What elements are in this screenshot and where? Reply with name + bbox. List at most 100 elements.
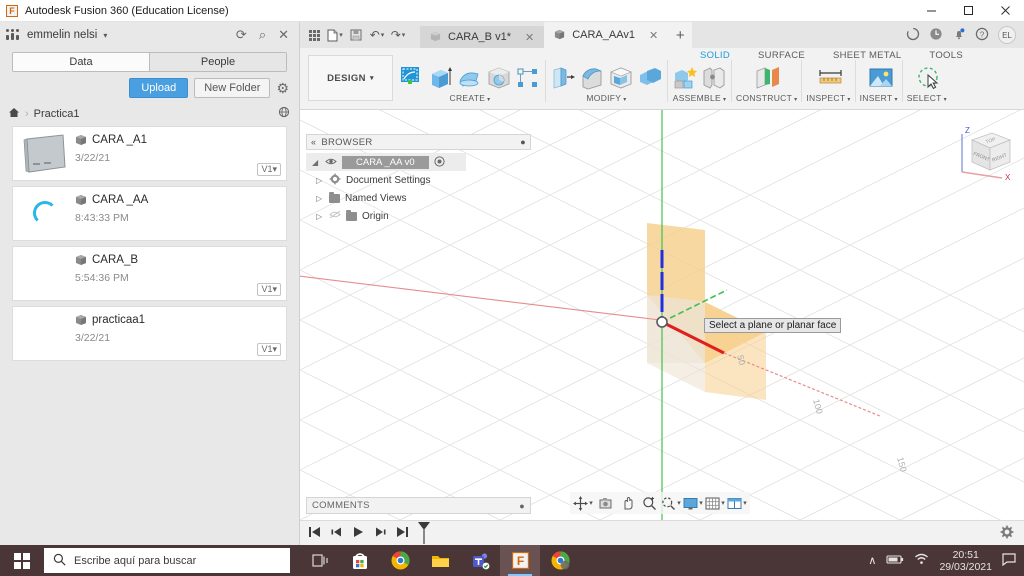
create-sketch-icon[interactable] [399,65,425,91]
chrome-secondary-icon[interactable] [540,545,580,576]
action-center-icon[interactable] [1002,552,1016,569]
timeline-go-to-end-icon[interactable] [396,526,409,541]
new-tab-button[interactable]: + [668,22,693,48]
tab-people[interactable]: People [149,53,286,71]
comments-panel[interactable]: COMMENTS ● [306,497,531,514]
viewports-icon[interactable]: ▾ [727,493,747,513]
list-item[interactable]: practicaa1 3/22/21 V1▾ [12,306,287,361]
notifications-icon[interactable] [952,27,966,44]
browser-node-named-views[interactable]: ▷ Named Views [306,189,531,207]
user-name[interactable]: emmelin nelsi [27,29,97,41]
create-group-label[interactable]: CREATE ▾ [450,93,491,103]
3d-viewport[interactable]: 50 100 50 150 200 « BROWSER ● ◢ C [300,110,1024,520]
recent-activity-icon[interactable] [929,27,943,44]
joint-icon[interactable] [701,65,727,91]
look-at-icon[interactable] [595,493,615,513]
sphere-icon[interactable] [486,65,512,91]
gear-icon[interactable]: ⚙ [276,80,289,97]
timeline-step-back-icon[interactable] [330,526,343,541]
offset-plane-icon[interactable] [754,65,780,91]
select-group-label[interactable]: SELECT ▾ [907,93,947,103]
timeline-playhead[interactable] [417,522,431,544]
browser-options-icon[interactable]: ● [520,137,526,147]
display-settings-icon[interactable]: ▾ [683,493,703,513]
close-panel-icon[interactable]: ✕ [278,28,289,42]
globe-icon[interactable] [278,106,291,122]
maximize-button[interactable] [950,0,987,22]
fillet-icon[interactable] [579,65,605,91]
tray-chevron-icon[interactable]: ∧ [868,554,876,567]
file-explorer-icon[interactable] [420,545,460,576]
construct-group-label[interactable]: CONSTRUCT ▾ [736,93,797,103]
battery-icon[interactable] [886,554,904,568]
redo-icon[interactable]: ↷ ▾ [388,25,408,45]
start-button[interactable] [0,545,44,576]
chevron-down-icon[interactable]: ▾ [103,31,107,40]
microsoft-store-icon[interactable] [340,545,380,576]
pattern-icon[interactable] [515,65,541,91]
chevron-down-icon[interactable]: ▾ [339,31,343,39]
fit-icon[interactable]: ▾ [661,493,681,513]
measure-icon[interactable] [816,65,842,91]
insert-image-icon[interactable] [866,65,893,91]
timeline-play-icon[interactable] [352,526,365,541]
list-item[interactable]: CARA _AA 8:43:33 PM [12,186,287,241]
search-input[interactable]: Escribe aquí para buscar [44,548,290,573]
orbit-icon[interactable]: ▾ [573,493,593,513]
workspace-switcher[interactable]: DESIGN ▾ [308,55,393,101]
revolve-icon[interactable] [457,65,483,91]
close-tab-icon[interactable]: ✕ [649,29,658,42]
expand-triangle-icon[interactable]: ▷ [316,194,324,203]
search-icon[interactable]: ⌕ [259,28,266,42]
breadcrumb-folder[interactable]: Practica1 [34,108,80,120]
new-component-icon[interactable] [672,65,698,91]
undo-icon[interactable]: ↶ ▾ [367,25,387,45]
target-icon[interactable] [434,155,445,169]
collapse-icon[interactable]: « [311,137,316,147]
view-cube[interactable]: Z X TOP FRONT RIGHT [950,118,1016,184]
timeline-go-to-start-icon[interactable] [308,526,321,541]
list-item[interactable]: CARA _A1 3/22/21 V1▾ [12,126,287,181]
version-badge[interactable]: V1▾ [257,343,281,356]
visibility-eye-icon[interactable] [325,157,337,168]
document-tab-cara-b[interactable]: CARA_B v1* ✕ [420,26,545,48]
minimize-button[interactable] [913,0,950,22]
avatar[interactable]: EL [998,26,1016,44]
new-folder-button[interactable]: New Folder [194,78,271,98]
press-pull-icon[interactable] [550,65,576,91]
clock[interactable]: 20:51 29/03/2021 [939,549,992,573]
select-icon[interactable] [914,65,940,91]
task-view-icon[interactable] [300,545,340,576]
expand-triangle-icon[interactable]: ▷ [316,176,324,185]
wifi-icon[interactable] [914,553,929,568]
timeline-step-forward-icon[interactable] [374,526,387,541]
expand-triangle-icon[interactable]: ◢ [312,158,320,167]
combine-icon[interactable] [637,65,663,91]
refresh-icon[interactable]: ⟳ [236,28,247,42]
timeline-settings-gear-icon[interactable] [1000,525,1024,542]
upload-button[interactable]: Upload [129,78,189,98]
new-document-icon[interactable]: ▾ [325,25,345,45]
browser-node-origin[interactable]: ▷ Origin [306,207,531,225]
save-icon[interactable] [346,25,366,45]
list-item[interactable]: CARA_B 5:54:36 PM V1▾ [12,246,287,301]
browser-root-node[interactable]: ◢ CARA _AA v0 [306,153,466,171]
home-icon[interactable] [8,107,20,121]
job-status-icon[interactable] [906,27,920,44]
extrude-icon[interactable] [428,65,454,91]
fusion360-icon[interactable]: F [500,545,540,576]
tab-data[interactable]: Data [13,53,149,71]
version-badge[interactable]: V1▾ [257,163,281,176]
zoom-window-icon[interactable] [639,493,659,513]
insert-group-label[interactable]: INSERT ▾ [860,93,898,103]
assemble-group-label[interactable]: ASSEMBLE ▾ [673,93,727,103]
modify-group-label[interactable]: MODIFY ▾ [586,93,626,103]
inspect-group-label[interactable]: INSPECT ▾ [806,93,850,103]
chrome-icon[interactable] [380,545,420,576]
expand-triangle-icon[interactable]: ▷ [316,212,324,221]
close-tab-icon[interactable]: ✕ [525,31,534,44]
comments-options-icon[interactable]: ● [519,501,525,511]
app-grid-icon[interactable] [304,25,324,45]
hidden-eye-icon[interactable] [329,210,341,222]
close-button[interactable] [987,0,1024,22]
